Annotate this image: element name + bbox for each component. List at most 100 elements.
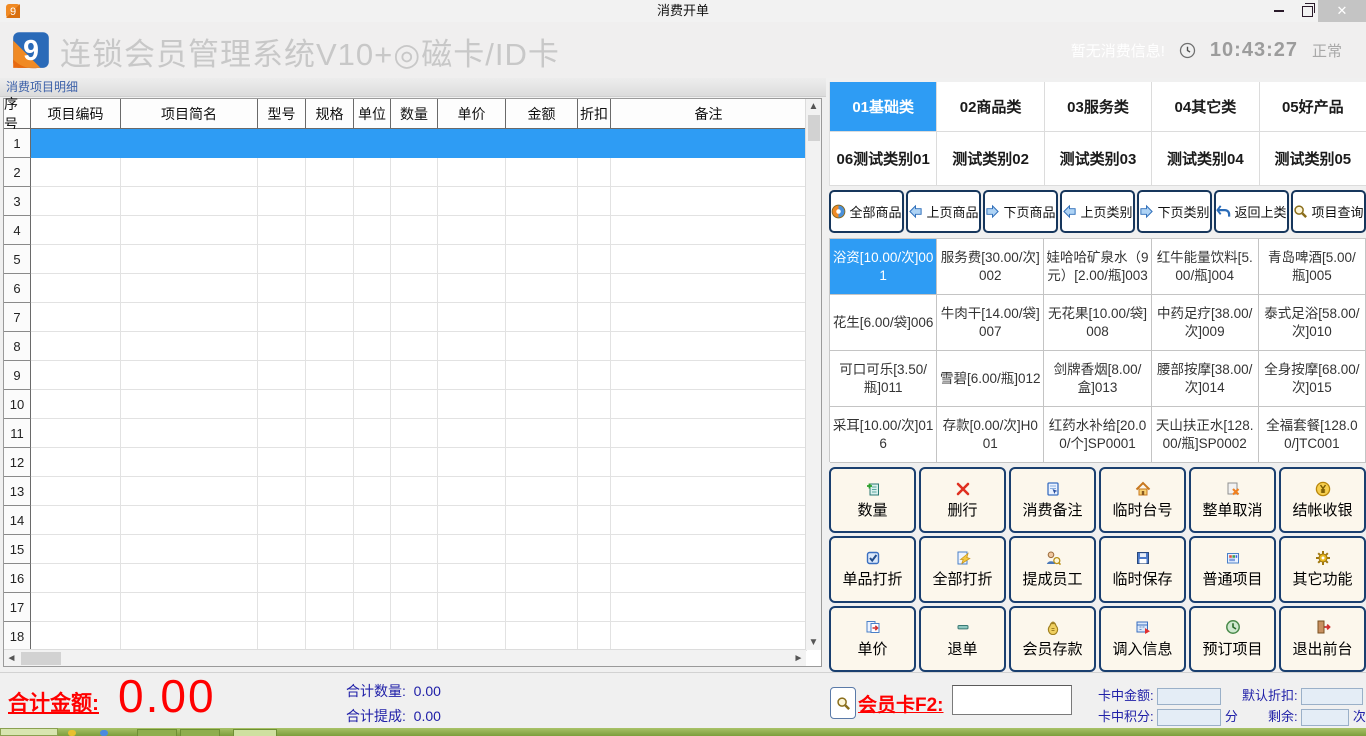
product-cell[interactable]: 采耳[10.00/次]016: [830, 407, 937, 463]
product-cell[interactable]: 服务费[30.00/次]002: [937, 239, 1044, 295]
table-row[interactable]: 18: [4, 622, 807, 651]
table-row[interactable]: 8: [4, 332, 807, 361]
product-cell[interactable]: 青岛啤酒[5.00/瓶]005: [1259, 239, 1366, 295]
remaining-input[interactable]: [1301, 709, 1349, 726]
product-cell[interactable]: 红药水补给[20.00/个]SP0001: [1044, 407, 1151, 463]
table-row[interactable]: 3: [4, 187, 807, 216]
category-tab[interactable]: 02商品类: [937, 82, 1044, 132]
hscroll-thumb[interactable]: [21, 652, 61, 665]
taskbar-button-active[interactable]: [233, 729, 277, 736]
taskbar-icon[interactable]: [100, 730, 108, 736]
vertical-scrollbar[interactable]: ▲ ▼: [805, 99, 821, 650]
table-row[interactable]: 10: [4, 390, 807, 419]
table-cell: [391, 274, 438, 303]
product-cell[interactable]: 花生[6.00/袋]006: [830, 295, 937, 351]
category-tab[interactable]: 05好产品: [1260, 82, 1366, 132]
table-row[interactable]: 5: [4, 245, 807, 274]
action-button[interactable]: 单价: [829, 606, 916, 672]
restore-button[interactable]: [1294, 0, 1320, 22]
category-tab[interactable]: 03服务类: [1045, 82, 1152, 132]
action-button[interactable]: 删行: [919, 467, 1006, 533]
toolbar-button[interactable]: 下页商品: [983, 190, 1058, 233]
category-tab[interactable]: 测试类别05: [1260, 132, 1366, 186]
table-row[interactable]: 4: [4, 216, 807, 245]
minimize-button[interactable]: [1266, 0, 1292, 22]
product-cell[interactable]: 腰部按摩[38.00/次]014: [1152, 351, 1259, 407]
product-cell[interactable]: 剑牌香烟[8.00/盒]013: [1044, 351, 1151, 407]
table-row[interactable]: 11: [4, 419, 807, 448]
action-button[interactable]: 退出前台: [1279, 606, 1366, 672]
product-cell[interactable]: 存款[0.00/次]H001: [937, 407, 1044, 463]
table-row[interactable]: 16: [4, 564, 807, 593]
toolbar-button[interactable]: 上页商品: [906, 190, 981, 233]
toolbar-button[interactable]: 返回上类: [1214, 190, 1289, 233]
action-button[interactable]: 临时台号: [1099, 467, 1186, 533]
action-button[interactable]: 其它功能: [1279, 536, 1366, 602]
product-cell[interactable]: 泰式足浴[58.00/次]010: [1259, 295, 1366, 351]
card-points-input[interactable]: [1157, 709, 1221, 726]
category-tab[interactable]: 06测试类别01: [830, 132, 937, 186]
action-button[interactable]: 整单取消: [1189, 467, 1276, 533]
table-row[interactable]: 9: [4, 361, 807, 390]
product-cell[interactable]: 雪碧[6.00/瓶]012: [937, 351, 1044, 407]
product-cell[interactable]: 全福套餐[128.00/]TC001: [1259, 407, 1366, 463]
close-button[interactable]: ✕: [1318, 0, 1366, 22]
action-button[interactable]: 调入信息: [1099, 606, 1186, 672]
action-button[interactable]: 退单: [919, 606, 1006, 672]
scroll-down-icon[interactable]: ▼: [806, 635, 821, 650]
horizontal-scrollbar[interactable]: ◄ ►: [4, 649, 806, 666]
vscroll-thumb[interactable]: [808, 115, 820, 141]
scroll-up-icon[interactable]: ▲: [806, 99, 821, 114]
action-button[interactable]: 单品打折: [829, 536, 916, 602]
table-row[interactable]: 7: [4, 303, 807, 332]
taskbar-button[interactable]: [137, 729, 177, 736]
table-row[interactable]: 2: [4, 158, 807, 187]
action-button[interactable]: 普通项目: [1189, 536, 1276, 602]
scroll-left-icon[interactable]: ◄: [4, 651, 19, 666]
table-row[interactable]: 12: [4, 448, 807, 477]
product-cell[interactable]: 中药足疗[38.00/次]009: [1152, 295, 1259, 351]
toolbar-button[interactable]: 下页类别: [1137, 190, 1212, 233]
taskbar-start-button[interactable]: [0, 728, 58, 736]
product-cell[interactable]: 天山扶正水[128.00/瓶]SP0002: [1152, 407, 1259, 463]
member-card-input[interactable]: [952, 685, 1072, 715]
product-cell[interactable]: 无花果[10.00/袋]008: [1044, 295, 1151, 351]
toolbar-button[interactable]: 项目查询: [1291, 190, 1366, 233]
table-row[interactable]: 6: [4, 274, 807, 303]
toolbar-button[interactable]: 上页类别: [1060, 190, 1135, 233]
category-tab[interactable]: 01基础类: [830, 82, 937, 132]
table-row[interactable]: 13: [4, 477, 807, 506]
category-tab[interactable]: 04其它类: [1152, 82, 1259, 132]
table-row[interactable]: 17: [4, 593, 807, 622]
member-search-button[interactable]: [830, 687, 856, 719]
action-button[interactable]: 提成员工: [1009, 536, 1096, 602]
action-button[interactable]: 数量: [829, 467, 916, 533]
table-row[interactable]: 14: [4, 506, 807, 535]
category-tab[interactable]: 测试类别02: [937, 132, 1044, 186]
product-cell[interactable]: 娃哈哈矿泉水（9元）[2.00/瓶]003: [1044, 239, 1151, 295]
card-balance-input[interactable]: [1157, 688, 1221, 705]
table-row[interactable]: 1: [4, 129, 807, 158]
product-cell[interactable]: 全身按摩[68.00/次]015: [1259, 351, 1366, 407]
table-row[interactable]: 15: [4, 535, 807, 564]
taskbar-button[interactable]: [180, 729, 220, 736]
product-cell[interactable]: 红牛能量饮料[5.00/瓶]004: [1152, 239, 1259, 295]
table-cell: [578, 245, 611, 274]
action-button[interactable]: 结帐收银: [1279, 467, 1366, 533]
default-discount-input[interactable]: [1301, 688, 1363, 705]
action-button[interactable]: 会员存款: [1009, 606, 1096, 672]
product-cell[interactable]: 可口可乐[3.50/瓶]011: [830, 351, 937, 407]
windows-taskbar[interactable]: [0, 728, 1366, 736]
scroll-right-icon[interactable]: ►: [791, 651, 806, 666]
category-tab[interactable]: 测试类别04: [1152, 132, 1259, 186]
action-button[interactable]: 消费备注: [1009, 467, 1096, 533]
toolbar-button[interactable]: 全部商品: [829, 190, 904, 233]
product-cell[interactable]: 牛肉干[14.00/袋]007: [937, 295, 1044, 351]
action-button[interactable]: 预订项目: [1189, 606, 1276, 672]
taskbar-icon[interactable]: [68, 730, 76, 736]
table-cell: [121, 129, 258, 158]
category-tab[interactable]: 测试类别03: [1045, 132, 1152, 186]
action-button[interactable]: 全部打折: [919, 536, 1006, 602]
product-cell[interactable]: 浴资[10.00/次]001: [830, 239, 937, 295]
action-button[interactable]: 临时保存: [1099, 536, 1186, 602]
